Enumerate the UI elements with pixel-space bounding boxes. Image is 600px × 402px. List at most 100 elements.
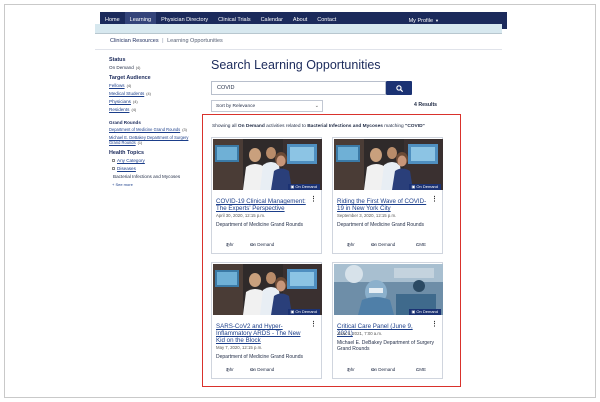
audience-heading: Target Audience [109,75,151,81]
learning-card[interactable]: ▣ On Demand Critical Care Panel (June 9, … [332,262,443,379]
on-demand-badge: ▣ On Demand [287,309,320,315]
format-label: On Demand [250,242,275,247]
card-date: June 9, 2021, 7:00 a.m. [337,331,383,336]
on-demand-badge: ▣ On Demand [287,184,320,190]
card-meta: ◷ 1 hr ▭ On Demand [212,367,322,375]
duration-label: 1 hr [347,367,355,372]
status-filter-on-demand[interactable]: On Demand (4) [109,65,199,70]
badge-label: On Demand [295,184,317,189]
on-demand-badge: ▣ On Demand [408,309,441,315]
filter-label: Physicians [109,99,131,104]
filter-count: (4) [135,66,141,70]
duration-label: 1 hr [347,242,355,247]
audience-filter-medical-students[interactable]: Medical Students (4) [109,91,199,96]
audience-filter-physicians[interactable]: Physicians (4) [109,99,199,104]
badge-label: On Demand [416,309,438,314]
card-thumbnail[interactable] [334,264,443,315]
card-title-link[interactable]: SARS-CoV2 and Hyper-Inflammatory ARDS - … [216,323,308,344]
learning-card[interactable]: ▣ On Demand SARS-CoV2 and Hyper-Inflammat… [211,262,322,379]
card-organization: Michael E. DeBakey Department of Surgery… [337,340,434,352]
search-input[interactable]: COVID [211,81,386,95]
filter-count: (3) [182,128,187,132]
card-date: April 30, 2020, 12:15 p.m. [216,213,266,218]
topic-any-category[interactable]: Any Category [109,158,199,163]
results-count: 4 Results [414,102,438,108]
learning-card[interactable]: ▣ On Demand COVID-19 Clinical Management:… [211,137,322,254]
cme-label: CME [416,367,426,372]
checkbox-icon [112,159,115,163]
grand-rounds-heading: Grand Rounds [109,120,141,125]
audience-filter-fellows[interactable]: Fellows (4) [109,83,199,88]
search-icon [395,84,403,92]
filter-label: On Demand [109,65,134,70]
filter-label: Michael E. DeBakey Department of Surgery… [109,135,189,145]
card-title-link[interactable]: COVID-19 Clinical Management: The Expert… [216,198,308,212]
grand-rounds-filter-medicine[interactable]: Department of Medicine Grand Rounds (3) [109,127,199,132]
card-thumbnail[interactable] [213,139,322,190]
duration-label: 1 hr [226,367,234,372]
summary-text: activities related to [264,124,308,129]
more-options-icon[interactable]: ⋮ [310,196,317,203]
filter-sidebar: Status On Demand (4) Target Audience Fell… [109,57,199,187]
format-label: On Demand [371,367,396,372]
checkbox-icon [112,167,115,171]
format-label: On Demand [371,242,396,247]
breadcrumb: Clinician Resources | Learning Opportuni… [110,38,223,44]
filter-label: Fellows [109,83,125,88]
sort-select-value: Sort by Relevance [216,104,256,109]
card-meta: ◷ 1 hr ▭ On Demand ⌂ CME [333,367,443,375]
more-options-icon[interactable]: ⋮ [310,321,317,328]
summary-text: Showing all [212,124,238,129]
badge-label: On Demand [295,309,317,314]
card-organization: Department of Medicine Grand Rounds [216,354,303,360]
filter-label: Department of Medicine Grand Rounds [109,127,181,132]
card-date: May 7, 2020, 12:15 p.m. [216,345,263,350]
topic-label: Diseases [117,166,136,171]
breadcrumb-parent[interactable]: Clinician Resources [110,38,159,44]
card-thumbnail[interactable] [213,264,322,315]
card-title-link[interactable]: Riding the First Wave of COVID-19 in New… [337,198,429,212]
filter-label: Residents [109,107,130,112]
topic-label: Any Category [117,158,145,163]
audience-filter-residents[interactable]: Residents (4) [109,107,199,112]
filter-count: (4) [132,100,138,104]
breadcrumb-divider [95,49,502,50]
learning-card[interactable]: ▣ On Demand Riding the First Wave of COVI… [332,137,443,254]
health-topics-heading: Health Topics [109,150,144,156]
cme-label: CME [416,242,426,247]
card-date: September 3, 2020, 12:15 p.m. [337,213,397,218]
card-meta: ◷ 1 hr ▭ On Demand [212,242,322,250]
grand-rounds-filter-surgery[interactable]: Michael E. DeBakey Department of Surgery… [109,135,197,146]
filter-count: (4) [131,108,137,112]
filter-count: (1) [137,141,143,145]
filter-count: (4) [146,92,151,96]
filter-label: Medical Students [109,91,145,96]
see-more-link[interactable]: + See more [109,182,199,187]
on-demand-badge: ▣ On Demand [408,184,441,190]
summary-status: On Demand [237,124,265,129]
status-heading: Status [109,57,126,63]
badge-label: On Demand [416,184,438,189]
topic-label: Bacterial Infections and Mycoses [113,174,181,179]
sort-select[interactable]: Sort by Relevance ⌄ [211,100,323,112]
summary-topic: Bacterial Infections and Mycoses [307,124,383,129]
more-options-icon[interactable]: ⋮ [431,196,438,203]
filter-count: (4) [126,84,132,88]
search-button[interactable] [386,81,412,95]
chevron-down-icon: ⌄ [314,103,319,109]
more-options-icon[interactable]: ⋮ [431,321,438,328]
subnav-bar [95,24,502,33]
page-title: Search Learning Opportunities [211,58,381,72]
duration-label: 1 hr [226,242,234,247]
topic-diseases[interactable]: Diseases [109,166,199,171]
card-organization: Department of Medicine Grand Rounds [216,222,303,228]
breadcrumb-separator: | [162,38,164,44]
subnav-divider [95,33,502,34]
summary-query: "COVID" [405,124,425,129]
results-summary: Showing all On Demand activities related… [212,124,425,129]
summary-text: matching [382,124,406,129]
topic-selected-bacterial-infections[interactable]: Bacterial Infections and Mycoses [109,174,199,179]
card-thumbnail[interactable] [334,139,443,190]
card-organization: Department of Medicine Grand Rounds [337,222,424,228]
format-label: On Demand [250,367,275,372]
